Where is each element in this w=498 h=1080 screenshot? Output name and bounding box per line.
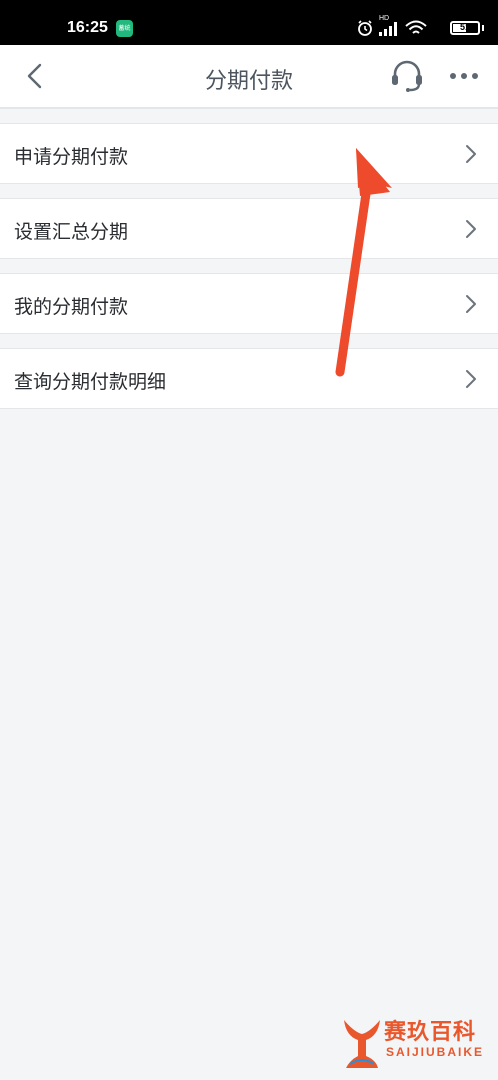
chevron-right-icon bbox=[466, 370, 476, 388]
menu-item-set-summary-installment[interactable]: 设置汇总分期 bbox=[0, 198, 498, 259]
signal-icon bbox=[379, 22, 397, 36]
customer-service-button[interactable] bbox=[388, 57, 426, 95]
whale-tail-logo-icon bbox=[344, 1020, 380, 1068]
more-dots-icon bbox=[450, 73, 478, 79]
chevron-right-icon bbox=[466, 220, 476, 238]
menu-item-label: 我的分期付款 bbox=[14, 296, 129, 318]
headset-icon bbox=[392, 60, 422, 92]
battery-icon: 51 bbox=[450, 21, 480, 35]
nav-bar: 分期付款 bbox=[0, 45, 498, 109]
watermark-subtitle: SAIJIUBAIKE bbox=[386, 1045, 485, 1059]
status-bar: 16:25 蓄统 HD 51 bbox=[0, 0, 498, 45]
menu-item-my-installments[interactable]: 我的分期付款 bbox=[0, 273, 498, 334]
status-time: 16:25 bbox=[67, 19, 108, 36]
menu-item-label: 申请分期付款 bbox=[14, 146, 129, 168]
hd-label: HD bbox=[379, 15, 390, 22]
menu-item-label: 设置汇总分期 bbox=[14, 221, 129, 243]
menu-item-query-installment-details[interactable]: 查询分期付款明细 bbox=[0, 348, 498, 409]
more-button[interactable] bbox=[446, 59, 482, 93]
battery-tip bbox=[482, 25, 484, 31]
battery-level: 51 bbox=[459, 22, 470, 32]
alarm-icon bbox=[358, 20, 372, 36]
menu-item-apply-installment[interactable]: 申请分期付款 bbox=[0, 123, 498, 184]
chevron-right-icon bbox=[466, 145, 476, 163]
app-badge-icon: 蓄统 bbox=[116, 20, 133, 37]
watermark-logo: 赛玖百科 SAIJIUBAIKE bbox=[338, 1012, 490, 1072]
annotation-arrow-icon bbox=[335, 148, 392, 377]
installment-menu: 申请分期付款 设置汇总分期 我的分期付款 查询分期付款明细 bbox=[0, 123, 498, 423]
wifi-icon bbox=[405, 20, 427, 34]
chevron-right-icon bbox=[466, 295, 476, 313]
menu-item-label: 查询分期付款明细 bbox=[14, 371, 167, 393]
watermark-title: 赛玖百科 bbox=[384, 1020, 477, 1045]
